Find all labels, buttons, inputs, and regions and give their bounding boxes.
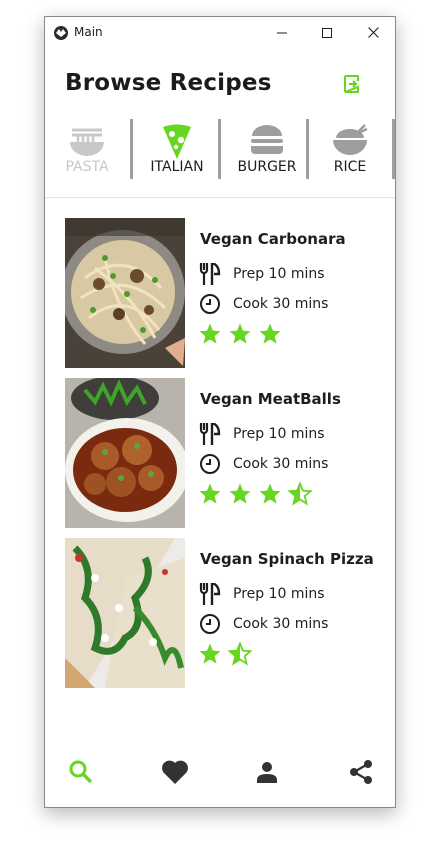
- maximize-button[interactable]: [304, 17, 350, 48]
- star-icon: [259, 323, 281, 344]
- close-button[interactable]: [350, 17, 396, 48]
- person-icon: [257, 762, 277, 783]
- category-separator: [130, 119, 133, 179]
- nav-favorites-button[interactable]: [155, 752, 195, 792]
- category-separator: [306, 119, 309, 179]
- bottom-navigation: [45, 752, 395, 792]
- recipe-card[interactable]: Vegan Spinach Pizza Prep 10 mins Cook 30…: [65, 538, 385, 688]
- star-half-icon: [288, 482, 312, 506]
- star-half-icon: [228, 642, 252, 666]
- cook-time-text: Cook 30 mins: [233, 296, 329, 312]
- share-icon: [350, 760, 372, 784]
- recipe-image: [65, 538, 185, 688]
- recipe-title: Vegan MeatBalls: [200, 390, 341, 408]
- exit-icon: [344, 75, 359, 93]
- logout-button[interactable]: [341, 73, 363, 95]
- cook-time-text: Cook 30 mins: [233, 616, 329, 632]
- prep-time-text: Prep 10 mins: [233, 586, 325, 602]
- prep-time-text: Prep 10 mins: [233, 426, 325, 442]
- recipe-card[interactable]: Vegan Carbonara Prep 10 mins Cook 30 min…: [65, 218, 385, 368]
- minimize-button[interactable]: [259, 17, 305, 48]
- clock-icon: [200, 294, 220, 314]
- heart-icon: [162, 760, 188, 784]
- divider: [45, 197, 395, 198]
- recipe-card[interactable]: Vegan MeatBalls Prep 10 mins Cook 30 min…: [65, 378, 385, 528]
- burger-icon: [251, 125, 283, 154]
- app-window: Main Browse Recipes PASTA ITALIAN BURGER…: [44, 16, 396, 808]
- star-icon: [199, 323, 221, 344]
- category-separator: [218, 119, 221, 179]
- cook-time-text: Cook 30 mins: [233, 456, 329, 472]
- nav-share-button[interactable]: [341, 752, 381, 792]
- star-icon: [229, 323, 251, 344]
- prep-time-text: Prep 10 mins: [233, 266, 325, 282]
- nav-search-button[interactable]: [61, 752, 101, 792]
- search-icon: [69, 760, 93, 784]
- category-separator: [392, 119, 395, 179]
- window-title: Main: [74, 25, 103, 39]
- star-icon: [199, 643, 221, 664]
- star-icon: [259, 483, 281, 504]
- category-label-burger: BURGER: [237, 159, 297, 175]
- category-tab-pasta[interactable]: PASTA: [51, 119, 123, 195]
- recipe-image: [65, 218, 185, 368]
- fork-knife-icon: [199, 263, 221, 285]
- category-tab-burger[interactable]: BURGER: [227, 119, 307, 195]
- category-label-pasta: PASTA: [65, 159, 109, 175]
- noodle-bowl-icon: [70, 128, 104, 156]
- clock-icon: [200, 454, 220, 474]
- recipe-title: Vegan Carbonara: [200, 230, 346, 248]
- page-title: Browse Recipes: [65, 70, 272, 96]
- star-icon: [199, 483, 221, 504]
- recipe-image: [65, 378, 185, 528]
- fork-knife-icon: [199, 583, 221, 605]
- clock-icon: [200, 614, 220, 634]
- pizza-slice-icon: [163, 124, 191, 159]
- star-icon: [229, 483, 251, 504]
- category-tabs: PASTA ITALIAN BURGER RICE: [45, 117, 395, 197]
- maximize-icon: [322, 27, 332, 38]
- nav-profile-button[interactable]: [247, 752, 287, 792]
- fork-knife-icon: [199, 423, 221, 445]
- close-icon: [367, 27, 379, 38]
- category-label-rice: RICE: [333, 159, 367, 175]
- app-logo-icon: [54, 26, 68, 40]
- title-bar: Main: [45, 17, 395, 48]
- category-tab-italian[interactable]: ITALIAN: [139, 119, 215, 195]
- category-tab-rice[interactable]: RICE: [315, 119, 385, 195]
- category-label-italian: ITALIAN: [150, 159, 204, 175]
- recipe-title: Vegan Spinach Pizza: [200, 550, 374, 568]
- minimize-icon: [277, 32, 287, 33]
- rice-bowl-icon: [333, 124, 368, 155]
